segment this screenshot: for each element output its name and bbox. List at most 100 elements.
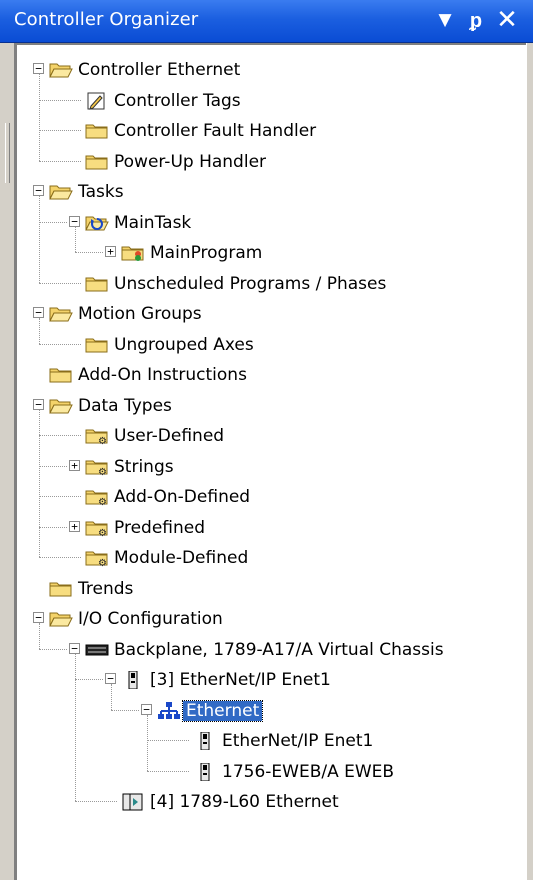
datatype-folder-icon: ⚙ [85, 488, 109, 508]
tree-connector [39, 130, 81, 131]
folder-icon [85, 275, 109, 293]
folder-open-icon [49, 183, 73, 201]
tree-node[interactable]: + ⚙ Predefined [17, 513, 526, 543]
collapse-icon[interactable]: − [33, 63, 44, 74]
tree-node-label[interactable]: MainTask [111, 213, 194, 233]
window-title: Controller Organizer [14, 9, 199, 30]
tree-connector [39, 435, 81, 436]
tree-node-label[interactable]: Add-On Instructions [75, 365, 250, 385]
expand-icon[interactable]: + [105, 246, 116, 257]
close-icon[interactable]: ✕ [494, 6, 520, 34]
tree-node-label[interactable]: Controller Ethernet [75, 60, 243, 80]
tree-connector [75, 252, 103, 253]
tree-node-label[interactable]: Data Types [75, 396, 175, 416]
tree-node-label[interactable]: Power-Up Handler [111, 152, 269, 172]
dock-edge [0, 43, 15, 880]
tree-node[interactable]: + ⚙ Strings [17, 452, 526, 482]
tree-node[interactable]: − Tasks [17, 177, 526, 207]
tree-node-label[interactable]: Controller Tags [111, 91, 244, 111]
tree-node-label[interactable]: Ethernet [181, 699, 264, 722]
collapse-icon[interactable]: − [105, 673, 116, 684]
tree-node-label[interactable]: I/O Configuration [75, 609, 226, 629]
folder-icon [49, 366, 73, 384]
tree-node[interactable]: EtherNet/IP Enet1 [17, 726, 526, 756]
expand-icon[interactable]: + [69, 459, 80, 471]
tree-node-label[interactable]: Controller Fault Handler [111, 121, 319, 141]
tree-connector [39, 465, 67, 467]
tree-node[interactable]: Controller Tags [17, 86, 526, 116]
tree-node[interactable]: − [3] EtherNet/IP Enet1 [17, 665, 526, 695]
tree-node[interactable]: − Data Types [17, 391, 526, 421]
tree-connector [39, 496, 81, 497]
datatype-folder-icon: ⚙ [85, 549, 109, 569]
folder-open-icon [49, 305, 73, 323]
task-icon [85, 214, 109, 232]
tree-connector [39, 648, 67, 650]
expand-icon[interactable]: + [69, 520, 80, 532]
collapse-icon[interactable]: − [141, 703, 152, 715]
folder-open-icon [49, 61, 73, 79]
tree-node[interactable]: ⚙ Module-Defined [17, 543, 526, 573]
collapse-icon[interactable]: − [69, 215, 80, 227]
collapse-icon[interactable]: − [33, 612, 44, 623]
tree-node[interactable]: ⚙ Add-On-Defined [17, 482, 526, 512]
tree-node-label[interactable]: EtherNet/IP Enet1 [219, 731, 376, 751]
tree-node[interactable]: Add-On Instructions [17, 360, 526, 390]
tree-node[interactable]: − Ethernet [17, 696, 526, 726]
tree-connector [39, 221, 67, 223]
tree-connector [147, 714, 148, 771]
tree-connector [147, 770, 189, 772]
tree-node[interactable]: − I/O Configuration [17, 604, 526, 634]
tree-node-label[interactable]: Unscheduled Programs / Phases [111, 274, 389, 294]
folder-icon [49, 580, 73, 598]
folder-open-icon [49, 610, 73, 628]
tree-node[interactable]: [4] 1789-L60 Ethernet [17, 787, 526, 817]
tree-connector [39, 318, 40, 344]
controller-organizer-window: Controller Organizer ▼ ᵱ ✕ − Controller E… [0, 0, 533, 880]
pin-icon[interactable]: ᵱ [463, 6, 489, 34]
tree-node[interactable]: ⚙ User-Defined [17, 421, 526, 451]
tree-node[interactable]: + MainProgram [17, 238, 526, 268]
tree-node-label[interactable]: Backplane, 1789-A17/A Virtual Chassis [111, 640, 447, 660]
tree-node-label[interactable]: MainProgram [147, 243, 265, 263]
collapse-icon[interactable]: − [33, 185, 44, 196]
tree-connector [75, 679, 103, 680]
tree-node-label[interactable]: Trends [75, 579, 136, 599]
tree-node-label[interactable]: Motion Groups [75, 304, 205, 324]
tree-node-label[interactable]: 1756-EWEB/A EWEB [219, 762, 397, 782]
tags-icon [85, 92, 109, 110]
tree-node-label[interactable]: [3] EtherNet/IP Enet1 [147, 670, 334, 690]
tree-node-label[interactable]: Tasks [75, 182, 127, 202]
tree-node[interactable]: Ungrouped Axes [17, 330, 526, 360]
tree-connector [39, 526, 67, 528]
tree-connector [39, 557, 81, 558]
tree-node[interactable]: 1756-EWEB/A EWEB [17, 757, 526, 787]
tree-node[interactable]: Controller Fault Handler [17, 116, 526, 146]
tree-node[interactable]: Power-Up Handler [17, 147, 526, 177]
controller-module-icon [121, 793, 145, 811]
tree-node-label[interactable]: [4] 1789-L60 Ethernet [147, 792, 342, 812]
collapse-icon[interactable]: − [69, 642, 80, 654]
folder-icon [85, 336, 109, 354]
tree-node-label[interactable]: Strings [111, 457, 177, 477]
module-icon [193, 762, 217, 781]
tree-node[interactable]: Trends [17, 574, 526, 604]
tree-node[interactable]: Unscheduled Programs / Phases [17, 269, 526, 299]
tree-node-label[interactable]: Ungrouped Axes [111, 335, 257, 355]
tree-view[interactable]: − Controller Ethernet Controller Tags Contr… [15, 43, 526, 880]
tree-connector [39, 623, 40, 649]
tree-node-label[interactable]: Predefined [111, 518, 208, 538]
tree-node[interactable]: − Motion Groups [17, 299, 526, 329]
tree-node[interactable]: − MainTask [17, 208, 526, 238]
collapse-icon[interactable]: − [33, 398, 44, 410]
tree-connector [39, 409, 40, 557]
dropdown-arrow-icon[interactable]: ▼ [432, 6, 458, 34]
tree-node-label[interactable]: Add-On-Defined [111, 487, 253, 507]
title-bar[interactable]: Controller Organizer ▼ ᵱ ✕ [0, 0, 533, 43]
collapse-icon[interactable]: − [33, 307, 44, 318]
tree-node[interactable]: − Controller Ethernet [17, 55, 526, 85]
tree-node-label[interactable]: User-Defined [111, 426, 227, 446]
tree-node-label[interactable]: Module-Defined [111, 548, 251, 568]
tree-node[interactable]: − Backplane, 1789-A17/A Virtual Chassis [17, 635, 526, 665]
module-icon [121, 670, 145, 690]
